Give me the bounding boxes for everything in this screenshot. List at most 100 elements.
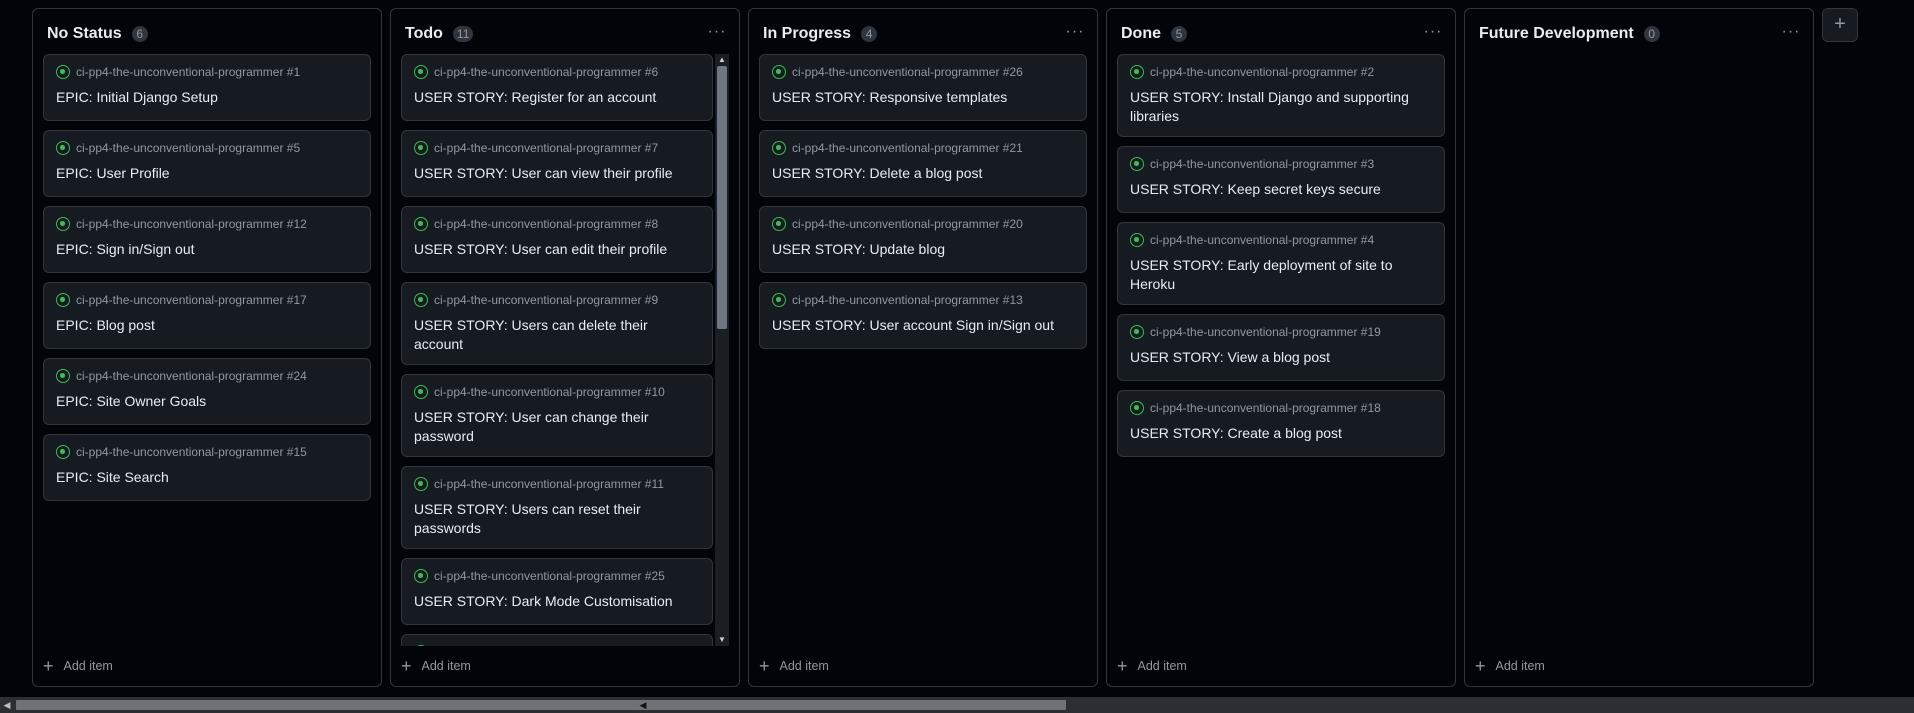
card-meta: ci-pp4-the-unconventional-programmer #3 (1130, 156, 1432, 172)
issue-card[interactable]: ci-pp4-the-unconventional-programmer #3 U… (1117, 146, 1445, 213)
card-meta: ci-pp4-the-unconventional-programmer #23 (414, 644, 700, 646)
card-repo-reference[interactable]: ci-pp4-the-unconventional-programmer #17 (76, 293, 307, 307)
issue-card[interactable]: ci-pp4-the-unconventional-programmer #2 U… (1117, 54, 1445, 137)
scroll-down-icon[interactable]: ▼ (717, 635, 727, 645)
column-no-status: No Status 6 ci-pp4-the-unconventional-prog… (32, 8, 382, 687)
horizontal-scroll-thumb[interactable] (16, 700, 1066, 710)
plus-icon: + (401, 656, 412, 676)
kebab-horizontal-icon[interactable]: ··· (1423, 24, 1443, 41)
card-title[interactable]: USER STORY: Update blog (772, 240, 1074, 259)
card-repo-reference[interactable]: ci-pp4-the-unconventional-programmer #8 (434, 217, 658, 231)
kebab-horizontal-icon[interactable]: ··· (1781, 24, 1801, 41)
issue-card[interactable]: ci-pp4-the-unconventional-programmer #10… (401, 374, 713, 457)
card-repo-reference[interactable]: ci-pp4-the-unconventional-programmer #25 (434, 569, 665, 583)
card-title[interactable]: EPIC: Site Owner Goals (56, 392, 358, 411)
card-title[interactable]: USER STORY: Dark Mode Customisation (414, 592, 700, 611)
scroll-left-icon[interactable]: ◀ (0, 697, 14, 713)
scroll-thumb[interactable] (717, 66, 727, 329)
add-item-button[interactable]: + Add item (759, 656, 829, 676)
scroll-caret-icon: ◀ (639, 700, 647, 710)
card-repo-reference[interactable]: ci-pp4-the-unconventional-programmer #1 (76, 65, 300, 79)
card-repo-reference[interactable]: ci-pp4-the-unconventional-programmer #4 (1150, 233, 1374, 247)
add-item-label: Add item (1137, 659, 1187, 673)
card-meta: ci-pp4-the-unconventional-programmer #24 (56, 368, 358, 384)
issue-card[interactable]: ci-pp4-the-unconventional-programmer #18… (1117, 390, 1445, 457)
card-title[interactable]: EPIC: Blog post (56, 316, 358, 335)
issue-card[interactable]: ci-pp4-the-unconventional-programmer #24… (43, 358, 371, 425)
issue-card[interactable]: ci-pp4-the-unconventional-programmer #19… (1117, 314, 1445, 381)
issue-card[interactable]: ci-pp4-the-unconventional-programmer #26… (759, 54, 1087, 121)
issue-card[interactable]: ci-pp4-the-unconventional-programmer #25… (401, 558, 713, 625)
kebab-horizontal-icon[interactable]: ··· (1065, 24, 1085, 41)
issue-card[interactable]: ci-pp4-the-unconventional-programmer #20… (759, 206, 1087, 273)
issue-card[interactable]: ci-pp4-the-unconventional-programmer #9 U… (401, 282, 713, 365)
card-title[interactable]: USER STORY: User can edit their profile (414, 240, 700, 259)
card-repo-reference[interactable]: ci-pp4-the-unconventional-programmer #15 (76, 445, 307, 459)
add-column-button[interactable]: + (1822, 8, 1858, 42)
card-title[interactable]: USER STORY: Delete a blog post (772, 164, 1074, 183)
card-title[interactable]: EPIC: Site Search (56, 468, 358, 487)
card-repo-reference[interactable]: ci-pp4-the-unconventional-programmer #13 (792, 293, 1023, 307)
card-title[interactable]: USER STORY: Early deployment of site to … (1130, 256, 1432, 294)
card-title[interactable]: USER STORY: Install Django and supportin… (1130, 88, 1432, 126)
card-repo-reference[interactable]: ci-pp4-the-unconventional-programmer #19 (1150, 325, 1381, 339)
issue-card[interactable]: ci-pp4-the-unconventional-programmer #21… (759, 130, 1087, 197)
card-repo-reference[interactable]: ci-pp4-the-unconventional-programmer #18 (1150, 401, 1381, 415)
card-repo-reference[interactable]: ci-pp4-the-unconventional-programmer #6 (434, 65, 658, 79)
column-done: Done 5 ··· ci-pp4-the-unconventional-progra… (1106, 8, 1456, 687)
issue-card[interactable]: ci-pp4-the-unconventional-programmer #5 E… (43, 130, 371, 197)
issue-card[interactable]: ci-pp4-the-unconventional-programmer #17… (43, 282, 371, 349)
card-title[interactable]: EPIC: Sign in/Sign out (56, 240, 358, 259)
card-repo-reference[interactable]: ci-pp4-the-unconventional-programmer #3 (1150, 157, 1374, 171)
card-repo-reference[interactable]: ci-pp4-the-unconventional-programmer #12 (76, 217, 307, 231)
card-title[interactable]: USER STORY: Keep secret keys secure (1130, 180, 1432, 199)
card-title[interactable]: USER STORY: Responsive templates (772, 88, 1074, 107)
card-title[interactable]: USER STORY: User account Sign in/Sign ou… (772, 316, 1074, 335)
card-title[interactable]: USER STORY: User can change their passwo… (414, 408, 700, 446)
card-title[interactable]: USER STORY: Register for an account (414, 88, 700, 107)
issue-card[interactable]: ci-pp4-the-unconventional-programmer #1 E… (43, 54, 371, 121)
card-title[interactable]: USER STORY: View a blog post (1130, 348, 1432, 367)
issue-card[interactable]: ci-pp4-the-unconventional-programmer #6 U… (401, 54, 713, 121)
add-item-button[interactable]: + Add item (1475, 656, 1545, 676)
issue-card[interactable]: ci-pp4-the-unconventional-programmer #4 U… (1117, 222, 1445, 305)
card-repo-reference[interactable]: ci-pp4-the-unconventional-programmer #20 (792, 217, 1023, 231)
card-repo-reference[interactable]: ci-pp4-the-unconventional-programmer #24 (76, 369, 307, 383)
card-title[interactable]: EPIC: User Profile (56, 164, 358, 183)
add-item-button[interactable]: + Add item (401, 656, 471, 676)
card-meta: ci-pp4-the-unconventional-programmer #18 (1130, 400, 1432, 416)
card-title[interactable]: USER STORY: User can view their profile (414, 164, 700, 183)
issue-opened-icon (772, 293, 786, 307)
horizontal-scrollbar[interactable]: ◀ ◀ (0, 697, 1914, 713)
card-repo-reference[interactable]: ci-pp4-the-unconventional-programmer #2 (1150, 65, 1374, 79)
issue-card[interactable]: ci-pp4-the-unconventional-programmer #7 U… (401, 130, 713, 197)
column-scrollbar[interactable]: ▲ ▼ (715, 54, 729, 646)
card-repo-reference[interactable]: ci-pp4-the-unconventional-programmer #23 (434, 645, 665, 646)
card-title[interactable]: USER STORY: Users can reset their passwo… (414, 500, 700, 538)
add-item-button[interactable]: + Add item (43, 656, 113, 676)
card-title[interactable]: USER STORY: Create a blog post (1130, 424, 1432, 443)
card-meta: ci-pp4-the-unconventional-programmer #13 (772, 292, 1074, 308)
issue-card[interactable]: ci-pp4-the-unconventional-programmer #8 U… (401, 206, 713, 273)
card-repo-reference[interactable]: ci-pp4-the-unconventional-programmer #5 (76, 141, 300, 155)
card-repo-reference[interactable]: ci-pp4-the-unconventional-programmer #11 (434, 477, 664, 491)
issue-card[interactable]: ci-pp4-the-unconventional-programmer #15… (43, 434, 371, 501)
issue-card[interactable]: ci-pp4-the-unconventional-programmer #12… (43, 206, 371, 273)
column-title: Todo (405, 25, 443, 42)
issue-opened-icon (414, 65, 428, 79)
card-meta: ci-pp4-the-unconventional-programmer #4 (1130, 232, 1432, 248)
card-repo-reference[interactable]: ci-pp4-the-unconventional-programmer #26 (792, 65, 1023, 79)
card-repo-reference[interactable]: ci-pp4-the-unconventional-programmer #21 (792, 141, 1023, 155)
card-repo-reference[interactable]: ci-pp4-the-unconventional-programmer #7 (434, 141, 658, 155)
scroll-up-icon[interactable]: ▲ (717, 55, 727, 65)
card-repo-reference[interactable]: ci-pp4-the-unconventional-programmer #10 (434, 385, 665, 399)
issue-card[interactable]: ci-pp4-the-unconventional-programmer #23… (401, 634, 713, 646)
card-repo-reference[interactable]: ci-pp4-the-unconventional-programmer #9 (434, 293, 658, 307)
kebab-horizontal-icon[interactable]: ··· (707, 24, 727, 41)
column-header: Future Development 0 (1465, 9, 1813, 59)
add-item-button[interactable]: + Add item (1117, 656, 1187, 676)
issue-card[interactable]: ci-pp4-the-unconventional-programmer #11… (401, 466, 713, 549)
card-title[interactable]: EPIC: Initial Django Setup (56, 88, 358, 107)
issue-card[interactable]: ci-pp4-the-unconventional-programmer #13… (759, 282, 1087, 349)
card-title[interactable]: USER STORY: Users can delete their accou… (414, 316, 700, 354)
